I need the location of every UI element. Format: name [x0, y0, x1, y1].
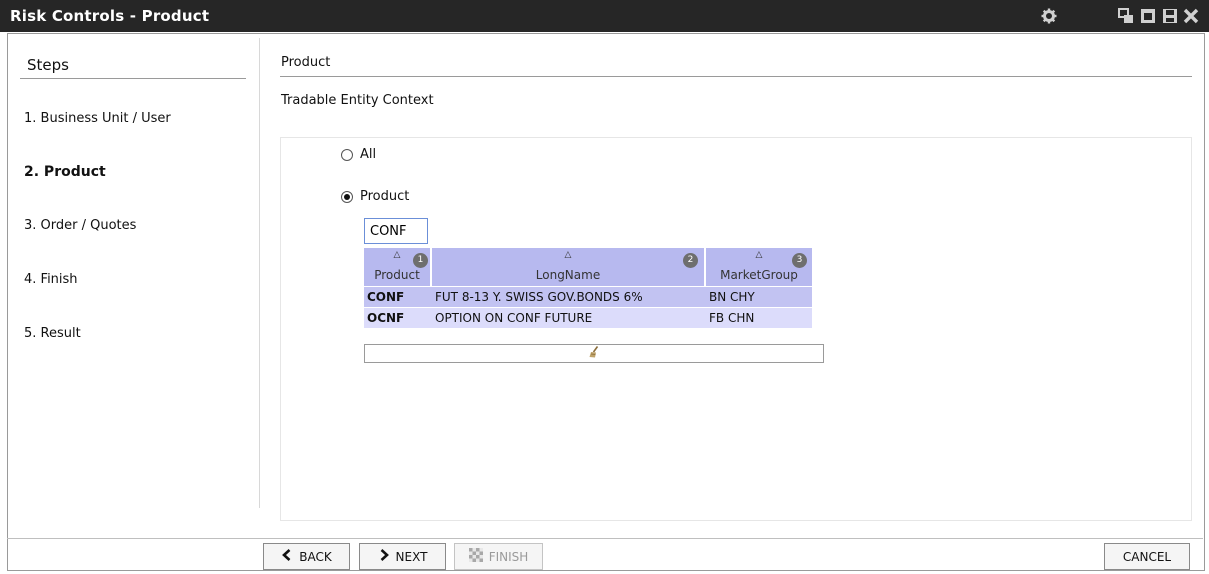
window-title: Risk Controls - Product [10, 7, 210, 25]
section-divider [280, 76, 1192, 77]
title-bar: Risk Controls - Product [0, 0, 1209, 32]
cell-marketgroup: FB CHN [709, 311, 755, 325]
close-icon[interactable] [1182, 7, 1200, 25]
radio-product-label: Product [360, 189, 410, 204]
column-label-longname: LongName [535, 268, 601, 282]
chevron-left-icon [281, 549, 293, 564]
grid-header-row: △ 1 Product △ 2 LongName △ 3 MarketGroup [364, 248, 826, 286]
radio-button-product[interactable] [341, 190, 353, 203]
radio-all[interactable]: All [341, 147, 376, 162]
finish-button[interactable]: FINISH [454, 543, 543, 570]
maximize-icon[interactable] [1139, 7, 1157, 25]
next-button[interactable]: NEXT [359, 543, 446, 570]
context-title: Tradable Entity Context [281, 93, 434, 108]
column-header-longname[interactable]: △ 2 LongName [432, 248, 706, 286]
column-header-product[interactable]: △ 1 Product [364, 248, 432, 286]
finish-button-label: FINISH [488, 549, 529, 564]
save-icon[interactable] [1161, 7, 1179, 25]
cell-longname: FUT 8-13 Y. SWISS GOV.BONDS 6% [435, 290, 643, 304]
table-row[interactable]: CONF FUT 8-13 Y. SWISS GOV.BONDS 6% BN C… [364, 287, 812, 307]
sort-asc-icon: △ [564, 250, 572, 260]
step-result[interactable]: 5. Result [24, 326, 81, 341]
clear-filter-bar[interactable] [364, 344, 824, 363]
sort-order-badge: 3 [792, 253, 807, 268]
cell-longname: OPTION ON CONF FUTURE [435, 311, 593, 325]
radio-button-all[interactable] [341, 148, 353, 161]
product-grid: △ 1 Product △ 2 LongName △ 3 MarketGroup… [364, 248, 826, 328]
checkered-flag-icon [468, 548, 483, 565]
column-label-product: Product [374, 268, 420, 282]
back-button[interactable]: BACK [263, 543, 350, 570]
sidebar-divider [259, 38, 260, 508]
next-button-label: NEXT [395, 549, 428, 564]
cell-marketgroup: BN CHY [709, 290, 755, 304]
step-finish[interactable]: 4. Finish [24, 272, 78, 287]
broom-icon [589, 345, 599, 362]
sort-order-badge: 1 [413, 253, 428, 268]
steps-divider [20, 78, 246, 79]
cancel-button-label: CANCEL [1122, 549, 1172, 564]
radio-product[interactable]: Product [341, 189, 409, 204]
column-label-marketgroup: MarketGroup [720, 268, 798, 282]
column-header-marketgroup[interactable]: △ 3 MarketGroup [706, 248, 812, 286]
steps-heading: Steps [27, 56, 69, 74]
section-title: Product [281, 55, 331, 70]
step-business-unit-user[interactable]: 1. Business Unit / User [24, 111, 171, 126]
sort-order-badge: 2 [683, 253, 698, 268]
footer-divider [7, 538, 1203, 539]
cell-product: CONF [367, 290, 405, 304]
step-product[interactable]: 2. Product [24, 164, 106, 180]
restore-icon[interactable] [1117, 7, 1135, 25]
table-row[interactable]: OCNF OPTION ON CONF FUTURE FB CHN [364, 308, 812, 328]
cell-product: OCNF [367, 311, 405, 325]
product-filter-input[interactable] [364, 218, 428, 244]
chevron-right-icon [378, 549, 390, 564]
context-panel [280, 137, 1192, 521]
radio-all-label: All [360, 147, 377, 162]
step-order-quotes[interactable]: 3. Order / Quotes [24, 218, 136, 233]
back-button-label: BACK [299, 549, 332, 564]
gear-icon[interactable] [1040, 7, 1058, 25]
cancel-button[interactable]: CANCEL [1104, 543, 1190, 570]
